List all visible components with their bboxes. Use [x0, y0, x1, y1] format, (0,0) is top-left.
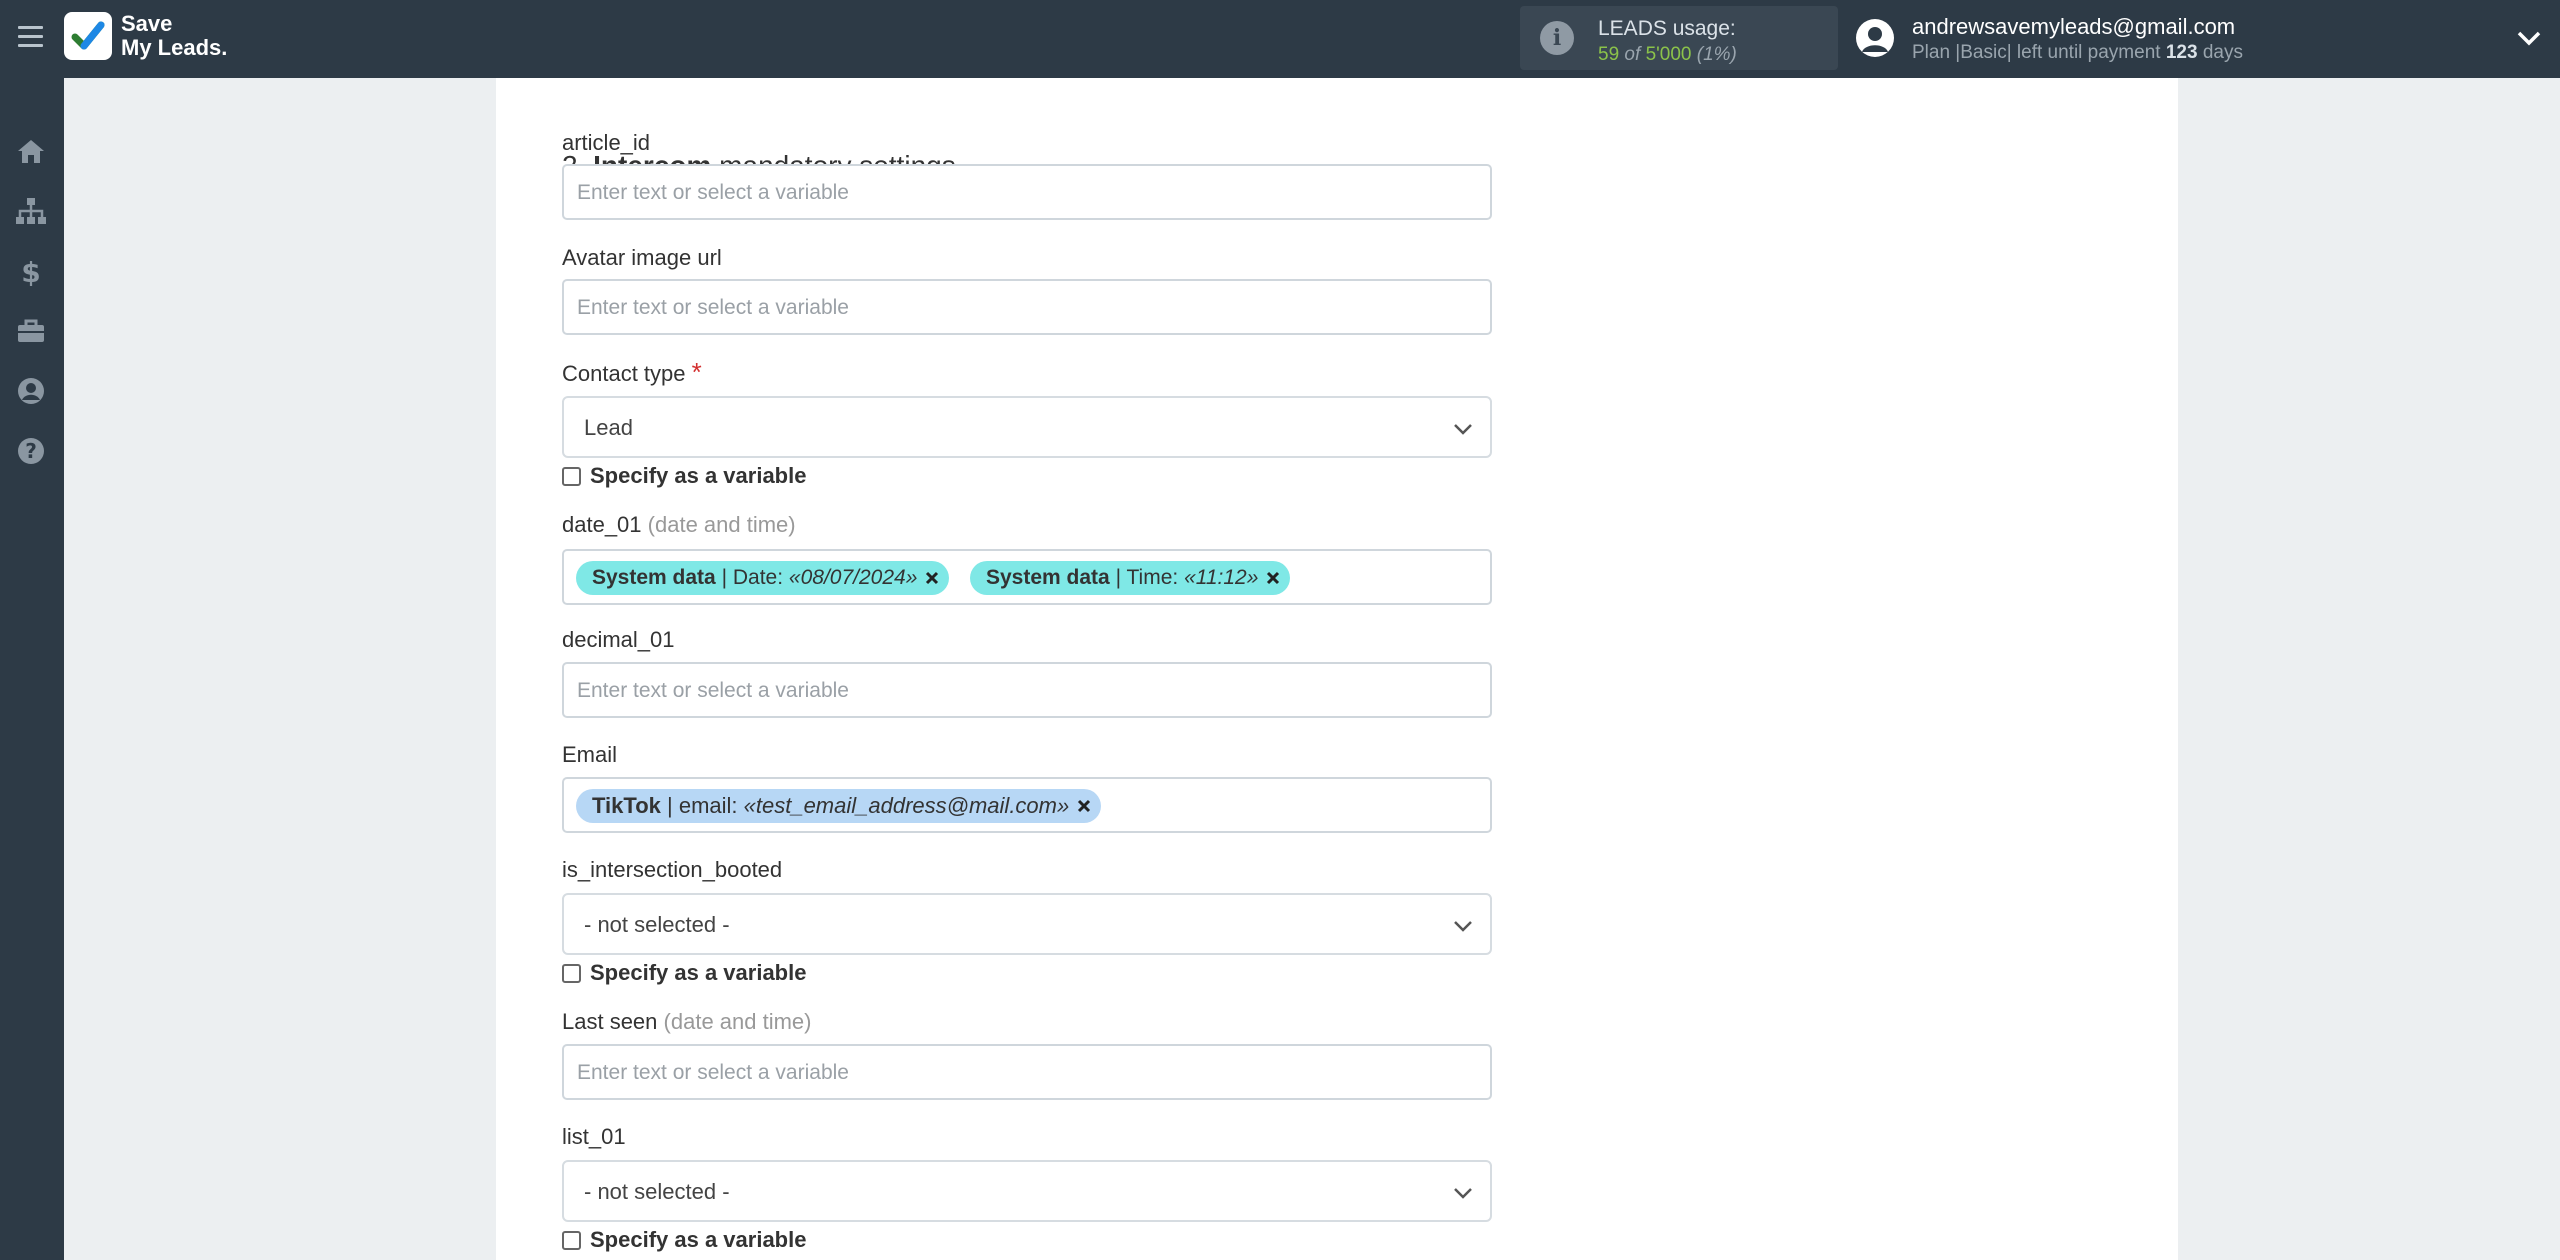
list-01-value: - not selected -	[584, 1179, 730, 1204]
list-01-specify-checkbox[interactable]	[562, 1230, 581, 1250]
article-id-input[interactable]: Enter text or select a variable	[562, 164, 1492, 220]
plan-suffix: days	[2202, 42, 2243, 63]
tag-source: System data	[986, 566, 1110, 589]
variable-tag[interactable]: System data | Time: «11:12»	[970, 561, 1291, 595]
settings-panel: 2. Intercom mandatory settings article_i…	[496, 78, 2178, 1260]
variable-tag[interactable]: TikTok | email: «test_email_address@mail…	[576, 789, 1102, 823]
last-seen-input[interactable]: Enter text or select a variable	[562, 1044, 1492, 1100]
chevron-down-icon	[1454, 424, 1472, 435]
logo-line-1: Save	[121, 11, 173, 36]
close-icon[interactable]	[925, 571, 939, 585]
tag-value: «test_email_address@mail.com»	[743, 793, 1070, 818]
logo-icon[interactable]	[64, 12, 112, 60]
contact-type-value: Lead	[584, 415, 633, 440]
plan-prefix: Plan |Basic| left until payment	[1912, 42, 2161, 63]
close-icon[interactable]	[1266, 571, 1280, 585]
specify-label: Specify as a variable	[590, 960, 807, 985]
logo-line-2: My Leads.	[121, 35, 228, 60]
date-01-label: date_01 (date and time)	[562, 512, 796, 538]
is-intersection-booted-value: - not selected -	[584, 912, 730, 937]
leads-usage-title: LEADS usage:	[1598, 17, 1736, 40]
decimal-01-input[interactable]: Enter text or select a variable	[562, 662, 1492, 718]
list-01-label: list_01	[562, 1124, 626, 1149]
briefcase-icon[interactable]	[14, 314, 48, 348]
contact-type-specify-checkbox[interactable]	[562, 466, 581, 486]
contact-type-label: Contact type *	[562, 357, 702, 388]
sidebar: $ ?	[0, 78, 64, 1260]
question-circle-icon[interactable]: ?	[14, 434, 48, 468]
avatar-url-label: Avatar image url	[562, 245, 722, 270]
date-01-hint: (date and time)	[647, 512, 796, 537]
plan-days: 123	[2165, 42, 2198, 63]
is-intersection-booted-select[interactable]: - not selected -	[562, 893, 1492, 955]
leads-usage-value: 59 of 5'000 (1%)	[1598, 44, 1737, 66]
avatar-url-input[interactable]: Enter text or select a variable	[562, 279, 1492, 335]
leads-usage-box: i LEADS usage: 59 of 5'000 (1%)	[1520, 6, 1838, 70]
svg-text:?: ?	[25, 439, 37, 463]
user-avatar-icon[interactable]	[1856, 19, 1894, 57]
last-seen-label-text: Last seen	[562, 1009, 658, 1034]
tag-value: «08/07/2024»	[788, 566, 918, 589]
email-input[interactable]: TikTok | email: «test_email_address@mail…	[562, 777, 1492, 833]
last-seen-label: Last seen (date and time)	[562, 1009, 812, 1035]
is-intersection-booted-specify-checkbox[interactable]	[562, 963, 581, 983]
article-id-placeholder: Enter text or select a variable	[577, 181, 849, 204]
leads-of: of	[1624, 44, 1641, 65]
leads-used: 59	[1598, 44, 1620, 65]
user-plan: Plan |Basic| left until payment 123 days	[1912, 42, 2243, 64]
contact-type-select[interactable]: Lead	[562, 396, 1492, 458]
logo-text[interactable]: Save My Leads.	[121, 12, 227, 60]
tag-field: | email:	[667, 793, 738, 818]
variable-tag[interactable]: System data | Date: «08/07/2024»	[576, 561, 950, 595]
contact-type-label-text: Contact type	[562, 361, 686, 386]
last-seen-placeholder: Enter text or select a variable	[577, 1061, 849, 1084]
date-01-label-text: date_01	[562, 512, 642, 537]
chevron-down-icon[interactable]	[2514, 26, 2544, 50]
dollar-icon[interactable]: $	[14, 254, 48, 288]
info-icon[interactable]: i	[1540, 21, 1574, 55]
avatar-url-placeholder: Enter text or select a variable	[577, 296, 849, 319]
decimal-01-placeholder: Enter text or select a variable	[577, 679, 849, 702]
tag-value: «11:12»	[1184, 566, 1259, 589]
specify-label: Specify as a variable	[590, 1227, 807, 1252]
close-icon[interactable]	[1077, 799, 1091, 813]
required-marker: *	[691, 357, 702, 387]
top-bar: Save My Leads. i LEADS usage: 59 of 5'00…	[0, 0, 2560, 78]
email-label: Email	[562, 742, 618, 767]
tag-source: System data	[592, 566, 716, 589]
last-seen-hint: (date and time)	[663, 1009, 812, 1034]
list-01-specify-row: Specify as a variable	[562, 1227, 807, 1252]
contact-type-specify-row: Specify as a variable	[562, 463, 807, 488]
user-email[interactable]: andrewsavemyleads@gmail.com	[1912, 14, 2235, 40]
chevron-down-icon	[1454, 1188, 1472, 1199]
leads-percent: (1%)	[1696, 44, 1737, 65]
date-01-input[interactable]: System data | Date: «08/07/2024» System …	[562, 549, 1492, 605]
article-id-label: article_id	[562, 130, 651, 155]
user-circle-icon[interactable]	[14, 374, 48, 408]
tag-field: | Date:	[721, 566, 784, 589]
decimal-01-label: decimal_01	[562, 627, 675, 652]
home-icon[interactable]	[14, 134, 48, 168]
is-intersection-booted-specify-row: Specify as a variable	[562, 960, 807, 985]
specify-label: Specify as a variable	[590, 463, 807, 488]
list-01-select[interactable]: - not selected -	[562, 1160, 1492, 1222]
sitemap-icon[interactable]	[14, 194, 48, 228]
tag-field: | Time:	[1115, 566, 1179, 589]
hamburger-menu-icon[interactable]	[18, 26, 43, 50]
svg-text:$: $	[21, 256, 40, 286]
leads-total: 5'000	[1645, 44, 1692, 65]
is-intersection-booted-label: is_intersection_booted	[562, 857, 783, 882]
tag-source: TikTok	[592, 793, 661, 818]
chevron-down-icon	[1454, 921, 1472, 932]
